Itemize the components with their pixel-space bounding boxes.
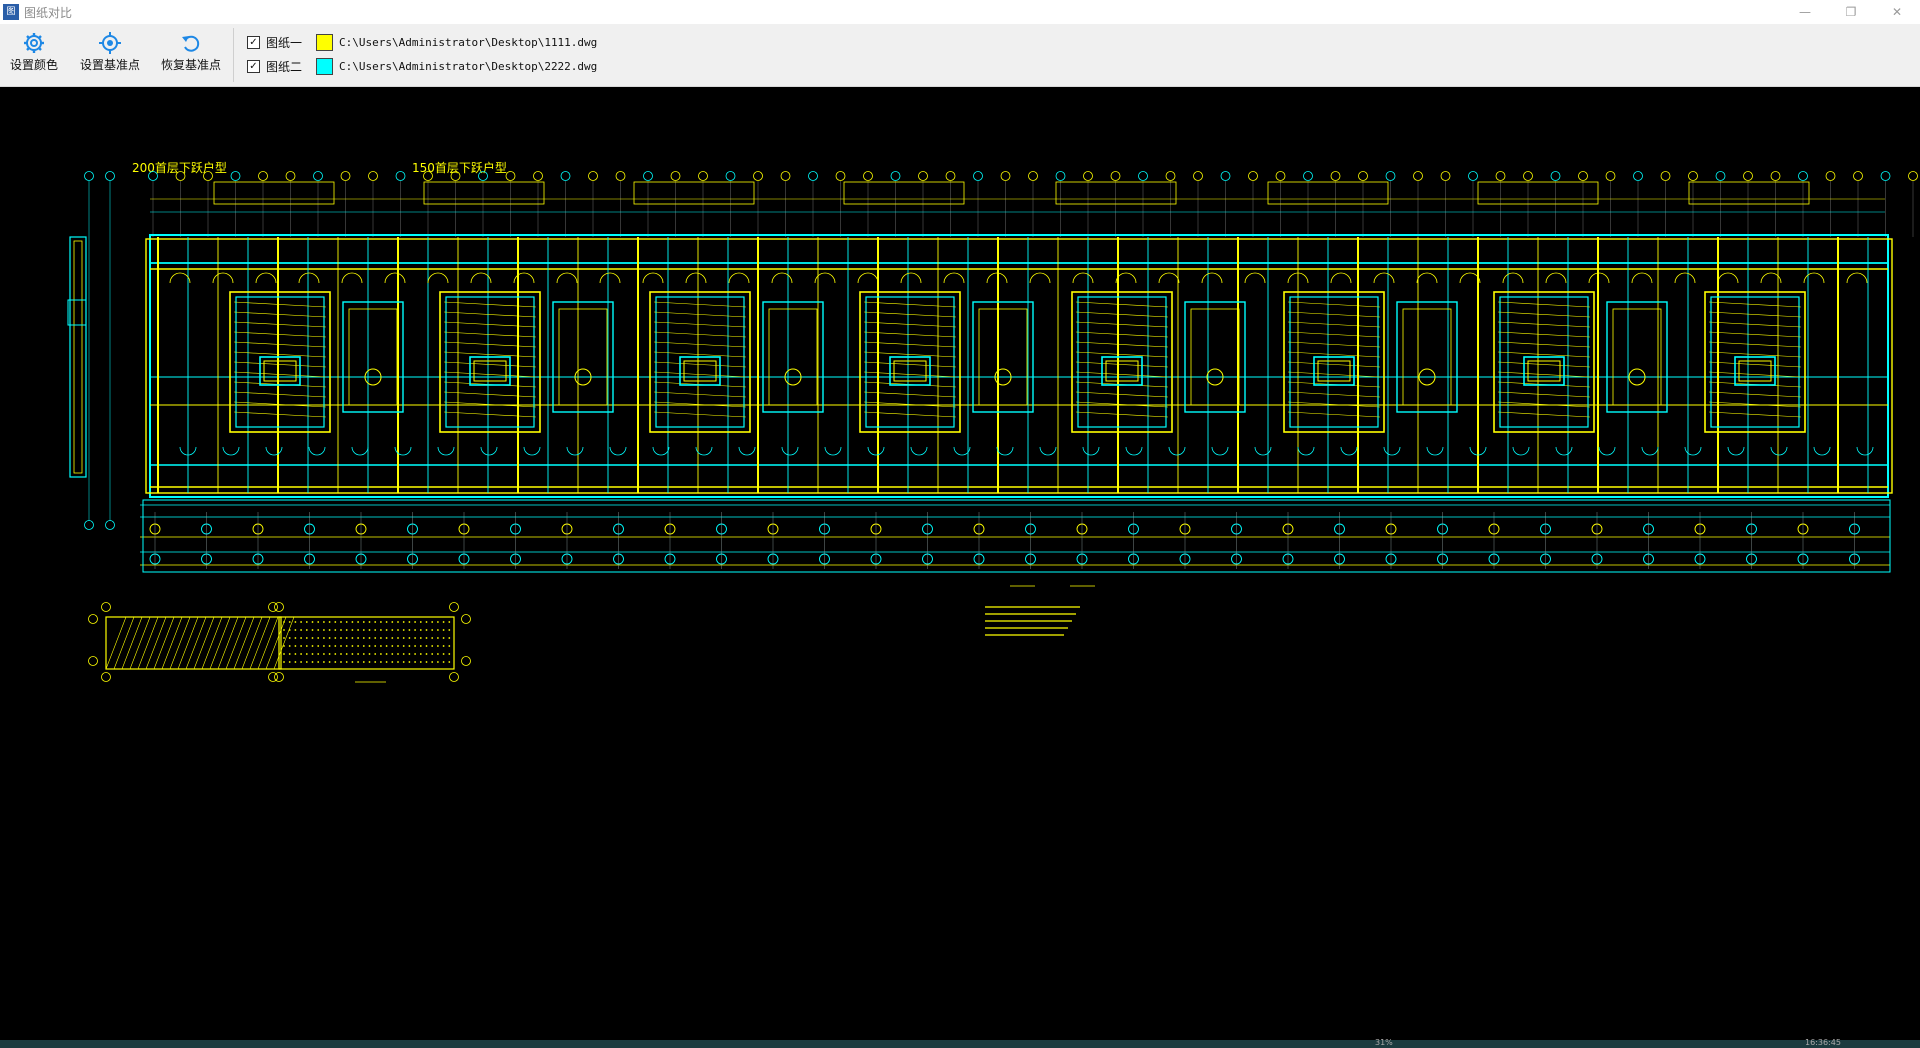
floor-plan	[67, 171, 1918, 683]
file-row-1: ✓ 图纸一 C:\Users\Administrator\Desktop\111…	[247, 32, 597, 52]
set-color-button[interactable]: 设置颜色	[10, 32, 58, 73]
drawing2-path: C:\Users\Administrator\Desktop\2222.dwg	[339, 59, 598, 73]
app-icon: 图	[3, 4, 19, 20]
window-controls: — ❐ ✕	[1782, 0, 1920, 24]
close-button[interactable]: ✕	[1874, 0, 1920, 24]
crosshair-icon	[99, 32, 121, 54]
set-basepoint-button[interactable]: 设置基准点	[80, 32, 140, 73]
restore-button[interactable]: ❐	[1828, 0, 1874, 24]
file-row-2: ✓ 图纸二 C:\Users\Administrator\Desktop\222…	[247, 56, 597, 76]
zoom-readout: 31%	[1375, 1038, 1393, 1047]
set-color-label: 设置颜色	[10, 58, 59, 72]
undo-icon	[182, 35, 200, 52]
drawing-label-right: 150首层下跃户型	[412, 160, 507, 175]
gear-icon	[24, 33, 44, 53]
drawing2-color-swatch[interactable]	[316, 57, 334, 75]
drawing1-label: 图纸一	[266, 35, 303, 50]
minimize-button[interactable]: —	[1782, 0, 1828, 24]
set-basepoint-label: 设置基准点	[80, 58, 141, 72]
drawing2-checkbox[interactable]: ✓	[247, 59, 260, 73]
toolbar-separator	[233, 28, 234, 82]
status-bar: 31% 16:36:45	[0, 1038, 1920, 1048]
drawing1-path: C:\Users\Administrator\Desktop\1111.dwg	[339, 35, 598, 49]
time-readout: 16:36:45	[1805, 1038, 1841, 1047]
toolbar: 设置颜色 设置基准点 恢复基准点 ✓ 图纸一 C:\Users\Administ…	[0, 24, 1920, 87]
drawing-canvas[interactable]: 200首层下跃户型 150首层下跃户型	[0, 87, 1920, 1040]
drawing1-checkbox[interactable]: ✓	[247, 35, 260, 49]
restore-basepoint-label: 恢复基准点	[161, 58, 222, 72]
drawing1-color-swatch[interactable]	[316, 33, 334, 51]
cad-overlay[interactable]: 200首层下跃户型 150首层下跃户型	[0, 87, 1920, 1040]
drawing2-label: 图纸二	[266, 59, 303, 74]
title-bar: 图 图纸对比 — ❐ ✕	[0, 0, 1920, 24]
drawing-label-left: 200首层下跃户型	[132, 160, 227, 175]
window-title: 图纸对比	[24, 5, 73, 20]
restore-basepoint-button[interactable]: 恢复基准点	[161, 32, 221, 73]
